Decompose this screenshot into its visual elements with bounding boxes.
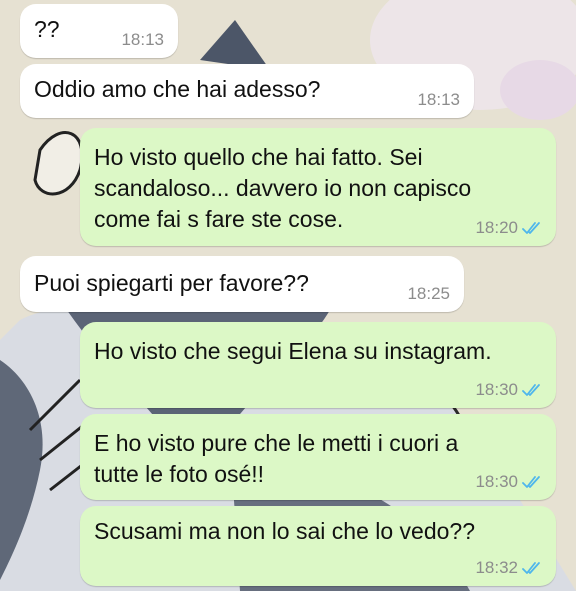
message-time: 18:32: [475, 558, 518, 577]
message-time: 18:13: [121, 30, 164, 49]
outgoing-message[interactable]: Ho visto che segui Elena su instagram. 18…: [80, 322, 556, 408]
message-meta: 18:13: [417, 90, 460, 110]
double-check-icon: [522, 561, 542, 575]
message-text-line: scandaloso... davvero io non capisco: [94, 175, 472, 201]
message-time: 18:13: [417, 90, 460, 109]
message-time: 18:20: [475, 218, 518, 237]
message-text-line: Scusami ma non lo sai che lo vedo??: [94, 518, 475, 544]
double-check-icon: [522, 221, 542, 235]
message-meta: 18:30: [475, 472, 542, 492]
message-text-line: E ho visto pure che le metti i cuori a: [94, 430, 459, 456]
message-text-line: ??: [34, 16, 60, 42]
incoming-message[interactable]: Puoi spiegarti per favore?? 18:25: [20, 256, 464, 312]
message-text-line: Ho visto quello che hai fatto. Sei: [94, 144, 423, 170]
message-text-line: come fai s fare ste cose.: [94, 206, 344, 232]
outgoing-message[interactable]: Scusami ma non lo sai che lo vedo?? 18:32: [80, 506, 556, 586]
message-meta: 18:20: [475, 218, 542, 238]
message-time: 18:30: [475, 380, 518, 399]
double-check-icon: [522, 475, 542, 489]
message-text-line: Oddio amo che hai adesso?: [34, 76, 321, 102]
message-meta: 18:13: [121, 30, 164, 50]
message-meta: 18:25: [407, 284, 450, 304]
message-time: 18:30: [475, 472, 518, 491]
message-text-line: tutte le foto osé!!: [94, 461, 265, 487]
message-meta: 18:30: [475, 380, 542, 400]
message-time: 18:25: [407, 284, 450, 303]
incoming-message[interactable]: Oddio amo che hai adesso? 18:13: [20, 64, 474, 118]
message-text-line: Ho visto che segui Elena su instagram.: [94, 338, 492, 364]
incoming-message[interactable]: ?? 18:13: [20, 4, 178, 58]
outgoing-message[interactable]: E ho visto pure che le metti i cuori a tu…: [80, 414, 556, 500]
outgoing-message[interactable]: Ho visto quello che hai fatto. Sei scanda…: [80, 128, 556, 246]
message-text-line: Puoi spiegarti per favore??: [34, 270, 309, 296]
message-meta: 18:32: [475, 558, 542, 578]
double-check-icon: [522, 383, 542, 397]
